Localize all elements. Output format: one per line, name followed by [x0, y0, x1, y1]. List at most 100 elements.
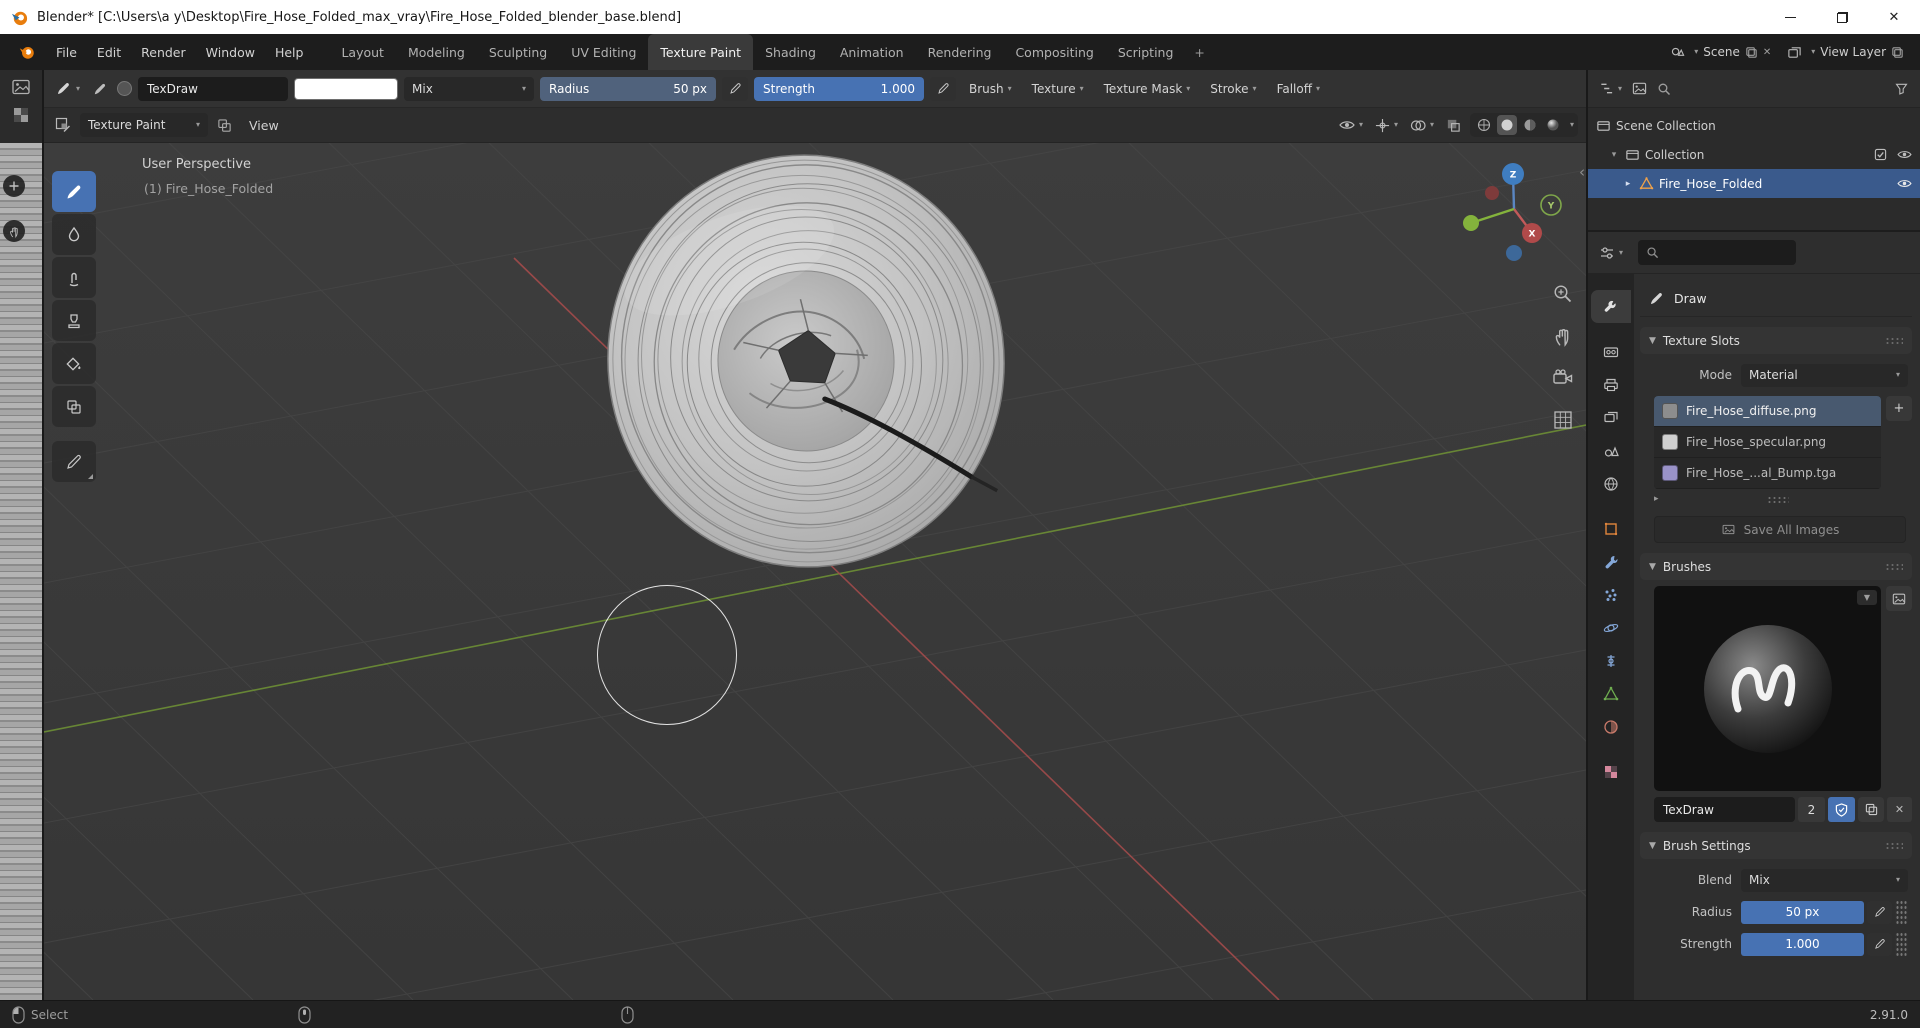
properties-tab-tool[interactable]: [1591, 290, 1631, 323]
properties-tab-physics[interactable]: [1591, 611, 1631, 644]
texture-slot-row-diffuse[interactable]: Fire_Hose_diffuse.png: [1654, 396, 1881, 427]
pan-hand-icon[interactable]: [1552, 325, 1574, 347]
workspace-tab-texture-paint[interactable]: Texture Paint: [648, 34, 754, 70]
pan-gizmo-button[interactable]: [3, 220, 25, 242]
blender-menu-icon[interactable]: [8, 34, 46, 70]
properties-tab-modifiers[interactable]: [1591, 545, 1631, 578]
texture-slot-mode-dropdown[interactable]: Material ▾: [1741, 363, 1908, 387]
duplicate-brush-button[interactable]: [1858, 797, 1884, 822]
overlays-popover[interactable]: ▾: [1407, 116, 1437, 135]
gizmo-y-axis[interactable]: [1463, 215, 1479, 231]
list-resize-grip[interactable]: ▸: [1654, 494, 1898, 504]
menu-file[interactable]: File: [46, 34, 87, 70]
properties-tab-constraints[interactable]: [1591, 644, 1631, 677]
collapsed-image-editor-strip[interactable]: [0, 70, 44, 1000]
gizmos-popover[interactable]: ▾: [1372, 115, 1401, 136]
mode-dropdown[interactable]: Texture Paint ▾: [80, 113, 208, 137]
disclosure-triangle-icon[interactable]: ▾: [1608, 150, 1620, 160]
panel-grip-icon[interactable]: [1885, 841, 1903, 850]
unlink-scene-icon[interactable]: ✕: [1763, 47, 1771, 58]
panel-grip-icon[interactable]: [1885, 562, 1903, 571]
panel-header-brush-settings[interactable]: ▼ Brush Settings: [1640, 832, 1912, 859]
strength-slider[interactable]: Strength 1.000: [754, 76, 925, 101]
view-menu[interactable]: View: [241, 118, 287, 133]
menu-help[interactable]: Help: [265, 34, 314, 70]
new-view-layer-icon[interactable]: [1891, 46, 1904, 59]
workspace-tab-animation[interactable]: Animation: [828, 34, 916, 70]
save-all-images-button[interactable]: Save All Images: [1654, 516, 1906, 543]
falloff-popover[interactable]: Falloff ▾: [1270, 78, 1327, 100]
tool-draw-button[interactable]: [52, 171, 96, 212]
texture-slot-row-bump[interactable]: Fire_Hose_...al_Bump.tga: [1654, 458, 1881, 489]
workspace-tab-layout[interactable]: Layout: [329, 34, 396, 70]
panel-grip-icon[interactable]: [1885, 336, 1903, 345]
properties-tab-render[interactable]: [1591, 335, 1631, 368]
tool-soften-button[interactable]: [52, 214, 96, 255]
eye-icon[interactable]: [1897, 149, 1912, 160]
properties-tab-texture[interactable]: [1591, 755, 1631, 788]
strength-pressure-toggle[interactable]: [930, 76, 957, 101]
camera-view-icon[interactable]: [1552, 367, 1574, 389]
workspace-tab-sculpting[interactable]: Sculpting: [477, 34, 559, 70]
xray-toggle[interactable]: [1443, 115, 1464, 136]
panel-header-brushes[interactable]: ▼ Brushes: [1640, 553, 1912, 580]
add-workspace-button[interactable]: +: [1185, 34, 1213, 70]
outliner-filter-icon[interactable]: [1891, 78, 1912, 99]
brush-name-field[interactable]: TexDraw: [1654, 797, 1795, 822]
radius-slider[interactable]: Radius 50 px: [540, 76, 717, 101]
paint-mask-toggle[interactable]: [214, 115, 235, 136]
gizmo-x-neg-axis[interactable]: [1485, 186, 1499, 200]
brush-color-swatch[interactable]: [294, 77, 399, 100]
window-close-button[interactable]: ✕: [1868, 0, 1920, 34]
texture-slot-row-specular[interactable]: Fire_Hose_specular.png: [1654, 427, 1881, 458]
properties-tab-particles[interactable]: [1591, 578, 1631, 611]
blend-mode-dropdown[interactable]: Mix ▾: [404, 76, 535, 101]
radius-decorator-button[interactable]: [1895, 900, 1908, 924]
brush-preview-expand-button[interactable]: ▼: [1857, 590, 1877, 605]
window-minimize-button[interactable]: [1764, 0, 1816, 34]
outliner-display-mode-button[interactable]: [1629, 78, 1650, 99]
zoom-icon[interactable]: [1552, 283, 1574, 305]
workspace-tab-rendering[interactable]: Rendering: [916, 34, 1004, 70]
properties-tab-object-data[interactable]: [1591, 677, 1631, 710]
properties-tab-world[interactable]: [1591, 467, 1631, 500]
radius-pressure-toggle[interactable]: [722, 76, 749, 101]
tool-mask-button[interactable]: [52, 386, 96, 427]
outliner-row-collection[interactable]: ▾ Collection: [1588, 140, 1920, 169]
brush-tip-icon[interactable]: [117, 81, 133, 96]
properties-tab-output[interactable]: [1591, 368, 1631, 401]
brush-popover[interactable]: Brush ▾: [962, 78, 1019, 100]
properties-tab-view-layer[interactable]: [1591, 401, 1631, 434]
radius-pressure-toggle[interactable]: [1867, 900, 1892, 924]
brush-name-field[interactable]: TexDraw: [138, 76, 289, 101]
workspace-tab-modeling[interactable]: Modeling: [396, 34, 477, 70]
brush-preview[interactable]: ▼: [1654, 586, 1881, 791]
object-visibility-popover[interactable]: ▾: [1336, 116, 1366, 134]
tool-annotate-button[interactable]: [52, 441, 96, 482]
shading-wireframe-button[interactable]: [1474, 115, 1494, 135]
eye-icon[interactable]: [1897, 178, 1912, 189]
brush-user-count-button[interactable]: 2: [1798, 797, 1825, 822]
properties-editor-type-button[interactable]: ▾: [1596, 242, 1626, 264]
shading-material-button[interactable]: [1520, 115, 1540, 135]
3d-model-fire-hose[interactable]: [591, 143, 1021, 581]
strength-decorator-button[interactable]: [1895, 932, 1908, 956]
window-restore-button[interactable]: [1816, 0, 1868, 34]
shading-solid-button[interactable]: [1496, 115, 1517, 135]
blend-dropdown[interactable]: Mix ▾: [1741, 868, 1908, 892]
brush-datablock-icon[interactable]: [89, 78, 111, 100]
workspace-tab-uv-editing[interactable]: UV Editing: [559, 34, 648, 70]
shading-rendered-button[interactable]: [1543, 115, 1563, 135]
add-texture-slot-button[interactable]: +: [1886, 396, 1912, 421]
disclosure-triangle-icon[interactable]: ▸: [1654, 494, 1659, 504]
navigation-gizmo[interactable]: Z Y X: [1456, 159, 1572, 275]
fake-user-toggle[interactable]: [1828, 797, 1855, 822]
ortho-grid-icon[interactable]: [1552, 409, 1574, 431]
workspace-tab-scripting[interactable]: Scripting: [1106, 34, 1186, 70]
properties-search-input[interactable]: [1638, 240, 1797, 265]
view-layer-selector[interactable]: ▾ View Layer: [1779, 34, 1912, 70]
tool-clone-button[interactable]: [52, 300, 96, 341]
menu-edit[interactable]: Edit: [87, 34, 131, 70]
3d-viewport[interactable]: User Perspective (1) Fire_Hose_Folded Z …: [44, 143, 1586, 1000]
properties-tab-object[interactable]: [1591, 512, 1631, 545]
